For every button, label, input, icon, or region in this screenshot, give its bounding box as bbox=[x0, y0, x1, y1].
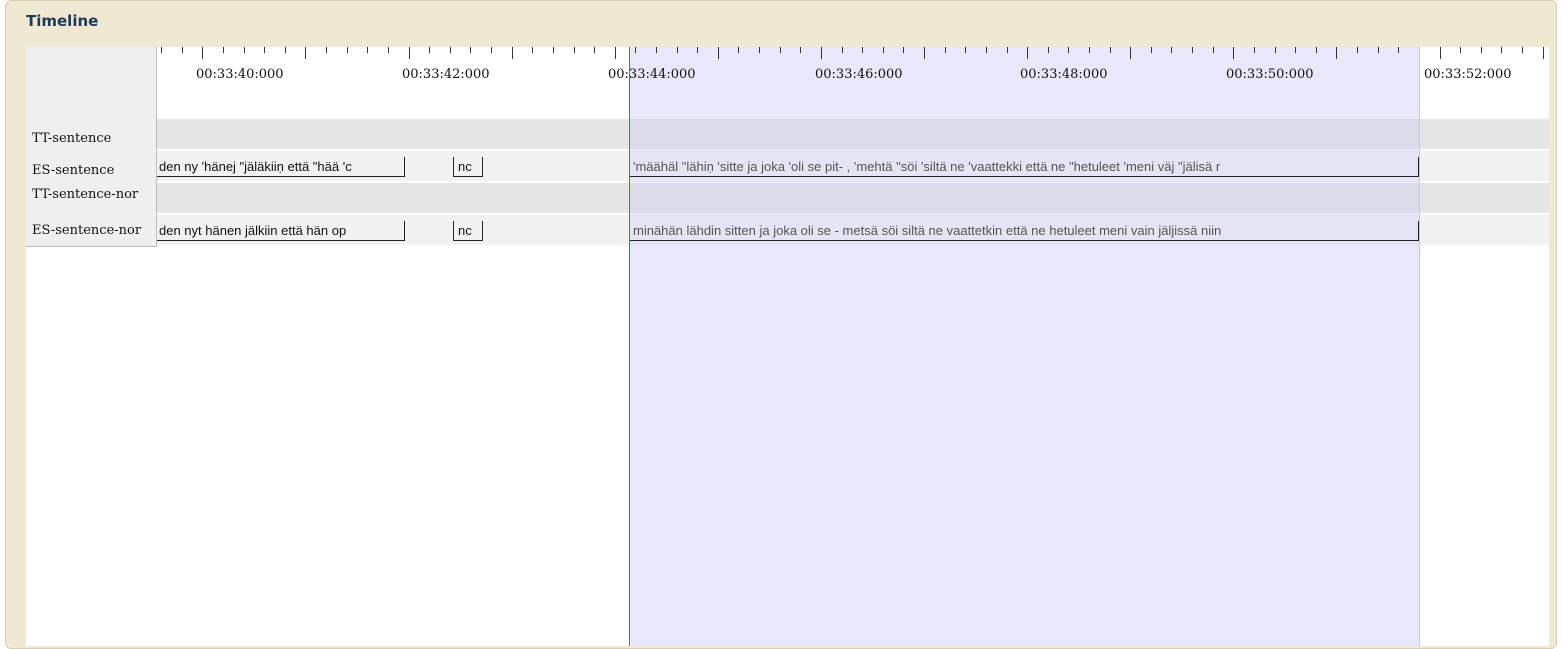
tier-label-es-sentence[interactable]: ES-sentence bbox=[32, 163, 154, 178]
time-ruler[interactable]: 00:33:40:000 00:33:42:000 00:33:44:000 0… bbox=[26, 47, 1549, 117]
ruler-tick bbox=[409, 47, 410, 59]
ruler-tick bbox=[800, 47, 801, 53]
ruler-tick bbox=[924, 47, 925, 59]
panel-title: Timeline bbox=[26, 12, 99, 30]
ruler-tick bbox=[1027, 47, 1028, 59]
ruler-tick bbox=[470, 47, 471, 53]
ruler-tick bbox=[718, 47, 719, 59]
ruler-tick bbox=[862, 47, 863, 53]
tier-header-panel: TT-sentence ES-sentence TT-sentence-nor … bbox=[26, 47, 157, 247]
ruler-tick bbox=[429, 47, 430, 53]
ruler-tick bbox=[1007, 47, 1008, 53]
ruler-tick bbox=[182, 47, 183, 53]
selection-end-line bbox=[1419, 47, 1420, 646]
ruler-tick bbox=[677, 47, 678, 53]
annotation-es-sentence[interactable]: den ny 'hänej "jäläkiiṇ että "hää 'c bbox=[154, 157, 405, 177]
annotation-es-sentence[interactable]: 'määhäl "lähiṇ 'sitte ja joka 'oli se pi… bbox=[629, 157, 1419, 177]
ruler-tick bbox=[1378, 47, 1379, 53]
annotation-es-sentence-nor[interactable]: minähän lähdin sitten ja joka oli se - m… bbox=[629, 221, 1419, 241]
ruler-label: 00:33:40:000 bbox=[196, 67, 284, 82]
ruler-tick bbox=[1068, 47, 1069, 53]
ruler-tick bbox=[697, 47, 698, 53]
ruler-tick bbox=[1130, 47, 1131, 59]
ruler-tick bbox=[1048, 47, 1049, 53]
ruler-label: 00:33:44:000 bbox=[608, 67, 696, 82]
ruler-label: 00:33:46:000 bbox=[815, 67, 903, 82]
ruler-tick bbox=[285, 47, 286, 53]
ruler-label: 00:33:52:000 bbox=[1424, 67, 1512, 82]
ruler-tick bbox=[305, 47, 306, 59]
ruler-tick bbox=[512, 47, 513, 59]
annotation-es-sentence-nor[interactable]: nc bbox=[453, 221, 483, 241]
ruler-tick bbox=[1481, 47, 1482, 53]
ruler-tick bbox=[1357, 47, 1358, 53]
ruler-tick bbox=[1398, 47, 1399, 53]
ruler-tick bbox=[1213, 47, 1214, 53]
ruler-tick bbox=[903, 47, 904, 53]
ruler-label: 00:33:42:000 bbox=[402, 67, 490, 82]
ruler-tick bbox=[1501, 47, 1502, 53]
ruler-tick bbox=[1316, 47, 1317, 53]
ruler-tick bbox=[1460, 47, 1461, 53]
ruler-tick bbox=[986, 47, 987, 53]
ruler-tick bbox=[347, 47, 348, 53]
ruler-tick bbox=[367, 47, 368, 53]
tier-label-es-sentence-nor[interactable]: ES-sentence-nor bbox=[32, 223, 154, 238]
ruler-tick bbox=[1336, 47, 1337, 59]
ruler-tick bbox=[1295, 47, 1296, 53]
selection-overlay bbox=[629, 119, 1420, 149]
ruler-tick bbox=[1440, 47, 1441, 59]
ruler-tick bbox=[244, 47, 245, 53]
selection-overlay bbox=[629, 183, 1420, 213]
ruler-tick bbox=[1254, 47, 1255, 53]
ruler-tick bbox=[1192, 47, 1193, 53]
ruler-tick bbox=[738, 47, 739, 53]
ruler-tick bbox=[574, 47, 575, 53]
ruler-tick bbox=[491, 47, 492, 53]
ruler-tick bbox=[945, 47, 946, 53]
tier-label-tt-sentence[interactable]: TT-sentence bbox=[32, 131, 154, 146]
ruler-tick bbox=[223, 47, 224, 53]
ruler-tick bbox=[1171, 47, 1172, 53]
ruler-label: 00:33:48:000 bbox=[1020, 67, 1108, 82]
ruler-tick bbox=[1522, 47, 1523, 53]
ruler-tick bbox=[1151, 47, 1152, 53]
ruler-tick bbox=[594, 47, 595, 53]
ruler-tick bbox=[821, 47, 822, 59]
ruler-tick bbox=[202, 47, 203, 59]
ruler-tick bbox=[1275, 47, 1276, 53]
ruler-tick bbox=[1543, 47, 1544, 59]
timeline-panel: Timeline 00:33:40:000 00:33:42:000 00:33… bbox=[5, 0, 1557, 649]
timeline-canvas[interactable]: 00:33:40:000 00:33:42:000 00:33:44:000 0… bbox=[26, 47, 1549, 646]
ruler-tick bbox=[759, 47, 760, 53]
ruler-tick bbox=[1233, 47, 1234, 59]
annotation-es-sentence[interactable]: nc bbox=[453, 157, 483, 177]
ruler-tick bbox=[326, 47, 327, 53]
ruler-tick bbox=[780, 47, 781, 53]
ruler-tick bbox=[965, 47, 966, 53]
ruler-tick bbox=[883, 47, 884, 53]
annotation-es-sentence-nor[interactable]: den nyt hänen jälkiin että hän op bbox=[154, 221, 405, 241]
ruler-tick bbox=[842, 47, 843, 53]
ruler-tick bbox=[615, 47, 616, 59]
ruler-tick bbox=[656, 47, 657, 53]
ruler-tick bbox=[264, 47, 265, 53]
ruler-tick bbox=[532, 47, 533, 53]
ruler-tick bbox=[635, 47, 636, 53]
ruler-tick bbox=[553, 47, 554, 53]
tier-label-tt-sentence-nor[interactable]: TT-sentence-nor bbox=[32, 187, 154, 202]
ruler-tick bbox=[388, 47, 389, 53]
ruler-tick bbox=[1089, 47, 1090, 53]
ruler-tick bbox=[450, 47, 451, 53]
ruler-label: 00:33:50:000 bbox=[1226, 67, 1314, 82]
ruler-tick bbox=[161, 47, 162, 53]
playback-cursor[interactable] bbox=[629, 47, 630, 646]
ruler-tick bbox=[1110, 47, 1111, 53]
